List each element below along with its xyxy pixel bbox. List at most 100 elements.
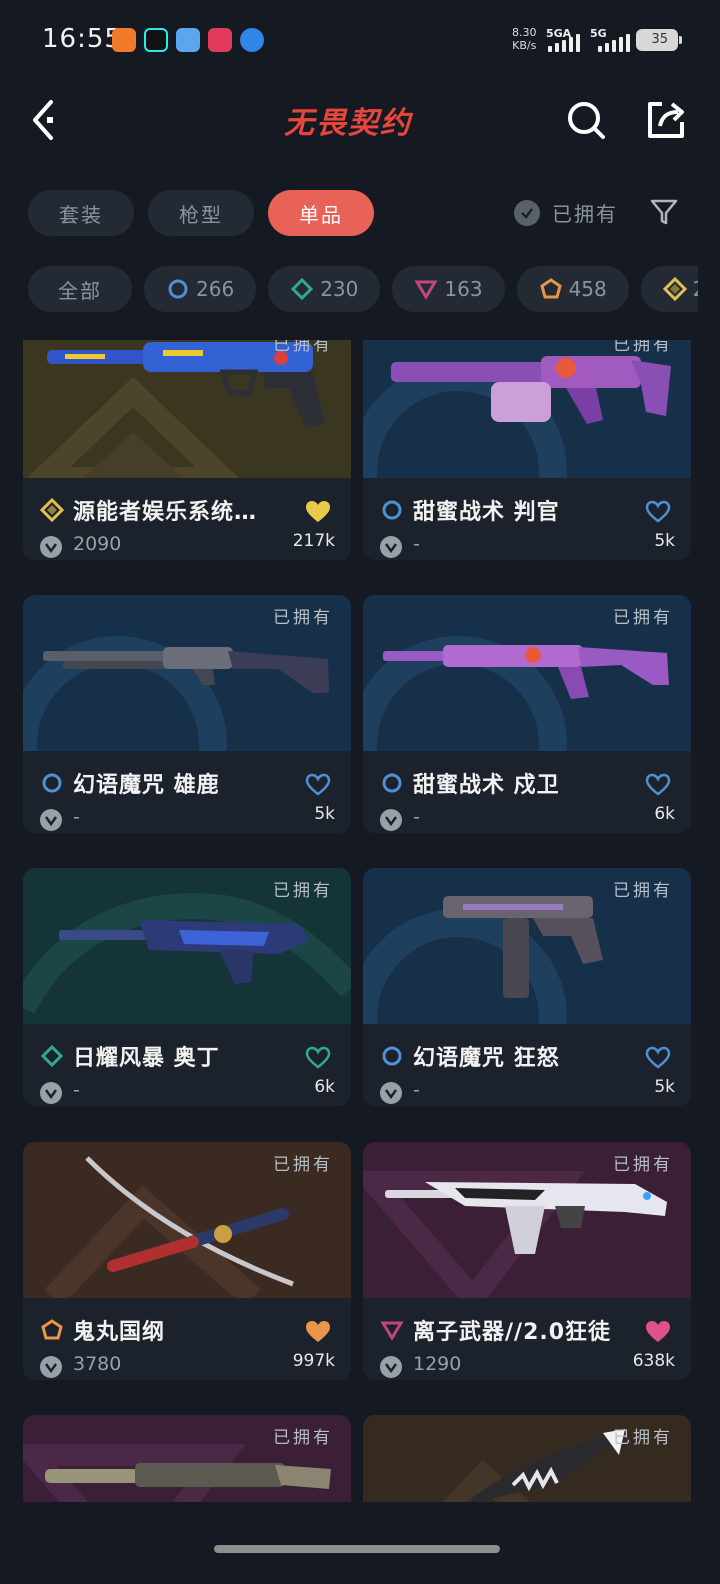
skin-image: 已拥有 bbox=[363, 595, 691, 751]
select-tier-icon bbox=[382, 500, 402, 520]
ultra-tier-icon bbox=[40, 498, 64, 522]
chip-count: 230 bbox=[320, 277, 359, 301]
network-speed: 8.30 KB/s bbox=[512, 26, 537, 52]
skin-card[interactable]: 已拥有 离子武器//2.0狂徒 1290 638k bbox=[363, 1142, 691, 1380]
share-button[interactable] bbox=[642, 96, 690, 144]
weapon-judge-image bbox=[391, 356, 671, 424]
skin-image: 已拥有 bbox=[23, 1142, 351, 1298]
skin-price: - bbox=[413, 806, 420, 828]
skin-card[interactable]: 已拥有 日耀风暴 奥丁 - 6k bbox=[23, 868, 351, 1106]
heart-outline-icon[interactable] bbox=[645, 500, 671, 524]
skin-card[interactable]: 已拥有 源能者娱乐系统… 2090 217k bbox=[23, 340, 351, 560]
chip-premium-tier[interactable]: 163 bbox=[392, 266, 505, 312]
skin-price: 3780 bbox=[73, 1353, 122, 1375]
valorant-points-icon bbox=[40, 1082, 62, 1104]
skin-image: 已拥有 bbox=[23, 1415, 351, 1502]
home-indicator[interactable] bbox=[214, 1545, 500, 1553]
weapon-vandal-image bbox=[385, 1182, 667, 1254]
filter-button[interactable] bbox=[648, 196, 680, 228]
heart-outline-icon[interactable] bbox=[645, 773, 671, 797]
owned-tag: 已拥有 bbox=[613, 340, 673, 355]
checkbox-icon bbox=[514, 199, 540, 226]
tab-bundles[interactable]: 套装 bbox=[28, 190, 134, 236]
chevron-left-icon bbox=[33, 100, 53, 140]
skin-card[interactable]: 已拥有 bbox=[363, 1415, 691, 1502]
chip-deluxe-tier[interactable]: 230 bbox=[268, 266, 381, 312]
skin-card[interactable]: 已拥有 甜蜜战术 判官 - 5k bbox=[363, 340, 691, 560]
deluxe-tier-icon bbox=[40, 1044, 64, 1068]
skin-image: 已拥有 bbox=[23, 340, 351, 478]
weapon-bucky-image bbox=[43, 647, 329, 693]
select-tier-icon bbox=[382, 773, 402, 793]
like-count: 5k bbox=[654, 1077, 675, 1097]
skin-image: 已拥有 bbox=[363, 1415, 691, 1502]
owned-tag: 已拥有 bbox=[613, 881, 673, 901]
owned-tag: 已拥有 bbox=[613, 608, 673, 628]
valorant-points-icon bbox=[380, 1356, 402, 1378]
valorant-points-icon bbox=[380, 536, 402, 558]
tab-weapon-type[interactable]: 枪型 bbox=[148, 190, 254, 236]
heart-outline-icon[interactable] bbox=[305, 1046, 331, 1070]
premium-tier-icon bbox=[380, 1321, 404, 1341]
weapon-katana-image bbox=[85, 1156, 294, 1287]
skin-price: - bbox=[413, 1079, 420, 1101]
app-logo: 无畏契约 bbox=[284, 106, 412, 141]
heart-outline-icon[interactable] bbox=[645, 1046, 671, 1070]
app-header: 无畏契约 bbox=[0, 80, 720, 160]
valorant-points-icon bbox=[40, 809, 62, 831]
skin-name: 日耀风暴 奥丁 bbox=[73, 1046, 220, 1071]
owned-tag: 已拥有 bbox=[273, 1155, 333, 1175]
skin-name: 离子武器//2.0狂徒 bbox=[413, 1320, 612, 1345]
search-icon bbox=[568, 102, 605, 139]
owned-tag: 已拥有 bbox=[273, 1428, 333, 1448]
heart-filled-icon[interactable] bbox=[645, 1320, 671, 1344]
search-button[interactable] bbox=[562, 96, 610, 144]
skin-card[interactable]: 已拥有 bbox=[23, 1415, 351, 1502]
chip-exclusive-tier[interactable]: 458 bbox=[516, 266, 629, 312]
owned-filter-toggle[interactable]: 已拥有 bbox=[514, 198, 618, 227]
app-notification-icon bbox=[176, 28, 200, 52]
deluxe-tier-icon bbox=[291, 277, 314, 301]
exclusive-tier-icon bbox=[539, 278, 562, 299]
skin-name: 幻语魔咒 雄鹿 bbox=[73, 773, 220, 798]
chip-count: 266 bbox=[196, 277, 235, 301]
skin-price: 1290 bbox=[413, 1353, 462, 1375]
like-count: 997k bbox=[292, 1351, 335, 1371]
like-count: 6k bbox=[654, 804, 675, 824]
skin-card[interactable]: 已拥有 甜蜜战术 戍卫 - 6k bbox=[363, 595, 691, 833]
skin-price: 2090 bbox=[73, 533, 122, 555]
heart-filled-icon[interactable] bbox=[305, 500, 331, 524]
chip-label: 全部 bbox=[58, 278, 102, 303]
skin-image: 已拥有 bbox=[363, 1142, 691, 1298]
skin-image: 已拥有 bbox=[23, 595, 351, 751]
premium-tier-icon bbox=[414, 280, 439, 300]
signal-icon bbox=[548, 34, 580, 52]
owned-tag: 已拥有 bbox=[273, 608, 333, 628]
select-tier-icon bbox=[42, 773, 62, 793]
back-button[interactable] bbox=[20, 96, 68, 144]
status-clock: 16:55 bbox=[42, 24, 122, 54]
network-speed-unit: KB/s bbox=[512, 39, 537, 52]
ultra-tier-icon bbox=[662, 277, 687, 301]
like-count: 5k bbox=[314, 804, 335, 824]
skin-card[interactable]: 已拥有 幻语魔咒 雄鹿 - 5k bbox=[23, 595, 351, 833]
select-tier-icon bbox=[168, 279, 188, 299]
chip-select-tier[interactable]: 266 bbox=[144, 266, 257, 312]
tab-single-items[interactable]: 单品 bbox=[268, 190, 374, 236]
skin-price: - bbox=[73, 1079, 80, 1101]
notification-icons bbox=[112, 28, 264, 52]
chip-ultra-tier[interactable]: 24 bbox=[640, 266, 698, 312]
tiktok-icon bbox=[144, 28, 168, 52]
valorant-points-icon bbox=[380, 809, 402, 831]
skin-card[interactable]: 已拥有 鬼丸国纲 3780 997k bbox=[23, 1142, 351, 1380]
app-notification-icon bbox=[208, 28, 232, 52]
skin-card[interactable]: 已拥有 幻语魔咒 狂怒 - 5k bbox=[363, 868, 691, 1106]
skin-price: - bbox=[73, 806, 80, 828]
skin-name: 甜蜜战术 戍卫 bbox=[413, 773, 560, 798]
skin-name: 源能者娱乐系统… bbox=[73, 500, 258, 525]
heart-outline-icon[interactable] bbox=[305, 773, 331, 797]
heart-filled-icon[interactable] bbox=[305, 1320, 331, 1344]
browser-icon bbox=[240, 28, 264, 52]
chip-all[interactable]: 全部 bbox=[28, 266, 132, 312]
skin-image: 已拥有 bbox=[363, 340, 691, 478]
